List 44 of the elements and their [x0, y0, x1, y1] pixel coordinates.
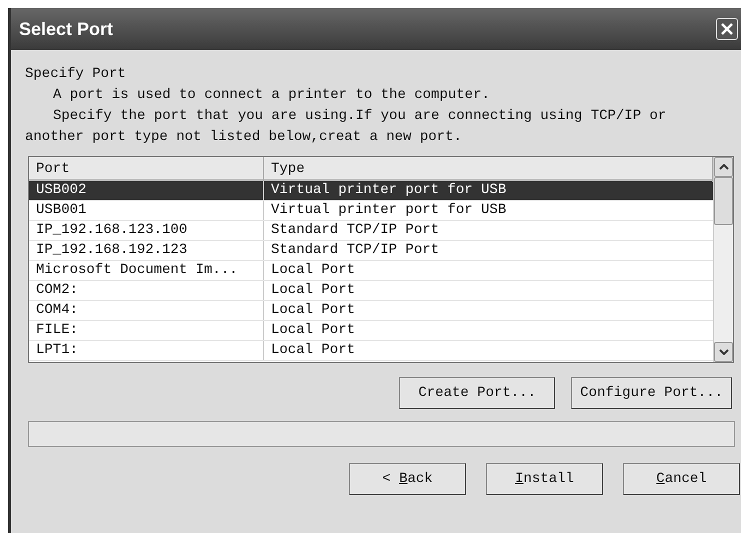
list-row[interactable]: IP_192.168.192.123 Standard TCP/IP Port — [29, 241, 713, 261]
list-row[interactable]: COM4: Local Port — [29, 301, 713, 321]
port-button[interactable]: Configure Port... — [571, 377, 732, 409]
window-title: Select Port — [19, 18, 114, 40]
scroll-up-button[interactable] — [714, 157, 733, 177]
port-name: LPT1: — [29, 341, 264, 360]
section-heading: Specify Port — [25, 65, 127, 84]
list-row[interactable]: LPT1: Local Port — [29, 341, 713, 361]
port-type: Local Port — [270, 301, 356, 320]
list-row[interactable]: USB001 Virtual printer port for USB — [29, 201, 713, 221]
description-text: Specify the port that you are using.If you are connecting using TCP/IP or another port type not listed below,creat a new port. — [25, 107, 668, 147]
port-button[interactable]: Create Port... — [399, 377, 556, 409]
chevron-up-icon — [718, 164, 728, 170]
list-row[interactable]: Microsoft Document Im... Local Port — [29, 261, 713, 281]
port-name: COM2: — [29, 281, 264, 300]
description-text: A port is used to connect a printer to the computer. — [52, 86, 491, 105]
port-name: Microsoft Document Im... — [29, 261, 264, 280]
port-type: Local Port — [270, 321, 356, 340]
port-type: Standard TCP/IP Port — [270, 221, 440, 240]
chevron-down-icon — [718, 349, 728, 355]
port-name: IP_192.168.123.100 — [29, 221, 264, 240]
port-name: USB001 — [29, 201, 264, 220]
port-type: Virtual printer port for USB — [270, 201, 508, 220]
port-type: Local Port — [270, 341, 356, 360]
close-icon — [720, 22, 734, 36]
close-button[interactable] — [716, 18, 738, 40]
scroll-thumb[interactable] — [714, 177, 733, 225]
dialog-button[interactable]: Install — [486, 463, 603, 495]
port-type: Virtual printer port for USB — [270, 181, 508, 200]
scroll-down-button[interactable] — [714, 342, 733, 362]
port-type: Local Port — [270, 261, 356, 280]
list-row[interactable]: COM2: Local Port — [29, 281, 713, 301]
port-name: FILE: — [29, 321, 264, 340]
dialog-button[interactable]: Cancel — [623, 463, 740, 495]
list-row[interactable]: USB002 Virtual printer port for USB — [29, 181, 713, 201]
port-name: USB002 — [29, 181, 264, 200]
port-name: IP_192.168.192.123 — [29, 241, 264, 260]
dialog-button[interactable]: < Back — [349, 463, 466, 495]
scrollbar[interactable] — [713, 157, 733, 362]
port-type: Standard TCP/IP Port — [270, 241, 440, 260]
list-row[interactable]: IP_192.168.123.100 Standard TCP/IP Port — [29, 221, 713, 241]
port-type: Local Port — [270, 281, 356, 300]
port-name: COM4: — [29, 301, 264, 320]
list-row[interactable]: FILE: Local Port — [29, 321, 713, 341]
